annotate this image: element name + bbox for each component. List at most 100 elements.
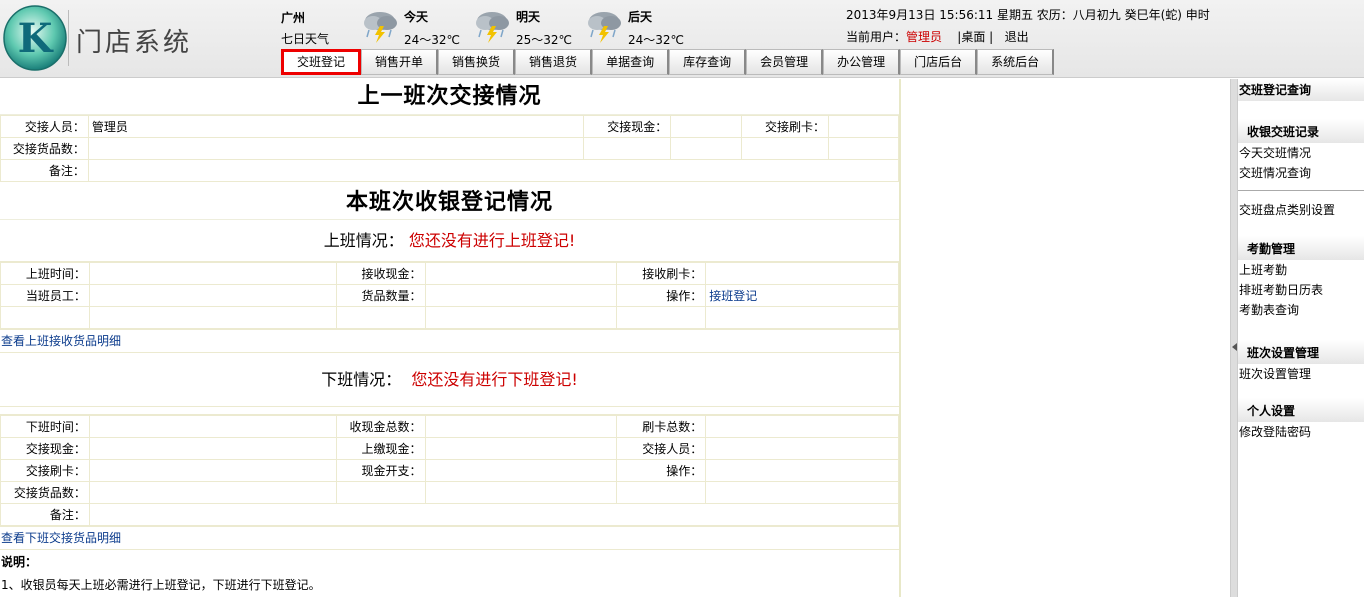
tab-document-query[interactable]: 单据查询 bbox=[592, 49, 670, 75]
datetime-display: 2013年9月13日 15:56:11 星期五 农历：八月初九 癸巳年(蛇) 申… bbox=[846, 8, 1210, 22]
sidebar-header[interactable]: 交班登记查询 bbox=[1238, 79, 1364, 101]
empty-cell bbox=[424, 481, 618, 504]
handover-cash-label: 交接现金： bbox=[583, 115, 672, 138]
collapse-arrow-icon[interactable] bbox=[1232, 343, 1237, 351]
sidebar-splitter[interactable] bbox=[1230, 79, 1238, 597]
handover-person-value bbox=[705, 437, 899, 460]
handover-person-label: 交接人员： bbox=[616, 437, 707, 460]
handover-goods-label: 交接货品数： bbox=[0, 137, 89, 160]
tab-shift-register[interactable]: 交班登记 bbox=[281, 49, 362, 75]
card-total-value bbox=[705, 415, 899, 438]
table-row: 备注： bbox=[0, 159, 899, 182]
empty-cell bbox=[0, 306, 90, 329]
operation-label: 操作： bbox=[616, 284, 707, 307]
table-row: 上班时间： 接收现金： 接收刷卡： bbox=[0, 262, 899, 285]
sidebar-group: 收银交班记录 今天交班情况 交班情况查询 bbox=[1238, 119, 1364, 183]
sidebar-item-change-password[interactable]: 修改登陆密码 bbox=[1238, 422, 1364, 442]
sidebar-item-today-shift[interactable]: 今天交班情况 bbox=[1238, 143, 1364, 163]
seven-day-weather-link[interactable]: 七日天气 bbox=[281, 30, 329, 47]
handover-cash-label: 交接现金： bbox=[0, 437, 90, 460]
weather-today: 今天 24～32℃ bbox=[360, 6, 470, 47]
view-off-goods-link[interactable]: 查看下班交接货品明细 bbox=[0, 526, 899, 550]
sidebar-group-title: 班次设置管理 bbox=[1238, 340, 1364, 364]
main-nav: 交班登记 销售开单 销售换货 销售退货 单据查询 库存查询 会员管理 办公管理 … bbox=[281, 49, 1055, 75]
empty-cell bbox=[335, 306, 426, 329]
sidebar-group-title: 个人设置 bbox=[1238, 398, 1364, 422]
weather-tomorrow: 明天 25～32℃ bbox=[472, 6, 582, 47]
tab-system-backend[interactable]: 系统后台 bbox=[977, 49, 1055, 75]
sidebar-group-title: 收银交班记录 bbox=[1238, 119, 1364, 143]
app-name: 门店系统 bbox=[76, 28, 193, 58]
handover-card-value bbox=[828, 115, 899, 138]
weather-day-label: 后天 bbox=[628, 10, 653, 24]
weather-temp: 24～32℃ bbox=[628, 33, 685, 47]
tab-sales-return[interactable]: 销售退货 bbox=[515, 49, 593, 75]
weather-day-label: 明天 bbox=[516, 10, 541, 24]
table-row: 交接货品数： bbox=[0, 137, 899, 160]
sidebar-group-title: 考勤管理 bbox=[1238, 236, 1364, 260]
goods-qty-value bbox=[424, 284, 618, 307]
weather-temp: 24～32℃ bbox=[404, 33, 461, 47]
empty-cell bbox=[828, 137, 899, 160]
tab-office-management[interactable]: 办公管理 bbox=[823, 49, 901, 75]
logout-link[interactable]: 退出 bbox=[1005, 30, 1029, 44]
tab-member-management[interactable]: 会员管理 bbox=[746, 49, 824, 75]
table-row: 交接人员： 管理员 交接现金： 交接刷卡： bbox=[0, 115, 899, 138]
weather-city[interactable]: 广州 bbox=[281, 9, 305, 26]
take-shift-link[interactable]: 接班登记 bbox=[705, 284, 899, 307]
right-sidebar: 交班登记查询 收银交班记录 今天交班情况 交班情况查询 交班盘点类别设置 考勤管… bbox=[1238, 79, 1364, 597]
cash-expense-value bbox=[424, 459, 618, 482]
handover-person-label: 交接人员： bbox=[0, 115, 89, 138]
divider bbox=[0, 407, 899, 415]
recv-cash-value bbox=[424, 262, 618, 285]
weather-day-after: 后天 24～32℃ bbox=[584, 6, 694, 47]
logo-letter: K bbox=[18, 15, 54, 62]
table-row: 交接刷卡： 现金开支： 操作： bbox=[0, 459, 899, 482]
table-row: 交接货品数： bbox=[0, 481, 899, 504]
thunderstorm-cloud-icon bbox=[364, 12, 397, 43]
card-total-label: 刷卡总数： bbox=[616, 415, 707, 438]
prev-shift-title: 上一班次交接情况 bbox=[0, 79, 899, 115]
empty-cell bbox=[705, 481, 899, 504]
off-time-label: 下班时间： bbox=[0, 415, 90, 438]
tab-store-backend[interactable]: 门店后台 bbox=[900, 49, 978, 75]
tab-sales-exchange[interactable]: 销售换货 bbox=[438, 49, 516, 75]
sidebar-divider bbox=[1238, 190, 1364, 200]
sidebar-item-attendance-query[interactable]: 考勤表查询 bbox=[1238, 300, 1364, 320]
sidebar-item-schedule-calendar[interactable]: 排班考勤日历表 bbox=[1238, 280, 1364, 300]
sidebar-item-attendance[interactable]: 上班考勤 bbox=[1238, 260, 1364, 280]
recv-card-label: 接收刷卡： bbox=[616, 262, 707, 285]
paid-cash-label: 上缴现金： bbox=[335, 437, 426, 460]
handover-goods-value bbox=[88, 481, 337, 504]
note-item: 1、收银员每天上班必需进行上班登记，下班进行下班登记。 bbox=[1, 578, 321, 592]
sidebar-item-shift-settings[interactable]: 班次设置管理 bbox=[1238, 364, 1364, 384]
tab-inventory-query[interactable]: 库存查询 bbox=[669, 49, 747, 75]
empty-cell bbox=[616, 481, 707, 504]
view-on-goods-link[interactable]: 查看上班接收货品明细 bbox=[0, 329, 899, 353]
handover-person-value: 管理员 bbox=[87, 115, 585, 138]
off-duty-table: 下班时间： 收现金总数： 刷卡总数： 交接现金： 上缴现金： 交接人员： 交接刷… bbox=[0, 415, 899, 526]
handover-goods-label: 交接货品数： bbox=[0, 481, 90, 504]
handover-card-label: 交接刷卡： bbox=[0, 459, 90, 482]
weather-day-label: 今天 bbox=[404, 10, 429, 24]
table-row: 备注： bbox=[0, 503, 899, 526]
empty-cell bbox=[705, 306, 899, 329]
weather-temp: 25～32℃ bbox=[516, 33, 573, 47]
recv-card-value bbox=[705, 262, 899, 285]
table-row: 当班员工： 货品数量： 操作： 接班登记 bbox=[0, 284, 899, 307]
thunderstorm-cloud-icon bbox=[588, 12, 621, 43]
paid-cash-value bbox=[424, 437, 618, 460]
table-row: 下班时间： 收现金总数： 刷卡总数： bbox=[0, 415, 899, 438]
sidebar-item-stocktake-category[interactable]: 交班盘点类别设置 bbox=[1238, 200, 1364, 220]
empty-cell bbox=[335, 481, 426, 504]
empty-cell bbox=[583, 137, 672, 160]
current-user: 管理员 bbox=[906, 30, 943, 44]
sidebar-item-shift-query[interactable]: 交班情况查询 bbox=[1238, 163, 1364, 183]
handover-cash-value bbox=[88, 437, 337, 460]
tab-sales-order[interactable]: 销售开单 bbox=[361, 49, 439, 75]
empty-cell bbox=[741, 137, 830, 160]
desktop-link[interactable]: |桌面 | bbox=[957, 30, 993, 44]
on-duty-status-line: 上班情况： 您还没有进行上班登记! bbox=[0, 220, 899, 262]
table-row: 交接现金： 上缴现金： 交接人员： bbox=[0, 437, 899, 460]
remark-label: 备注： bbox=[0, 159, 89, 182]
